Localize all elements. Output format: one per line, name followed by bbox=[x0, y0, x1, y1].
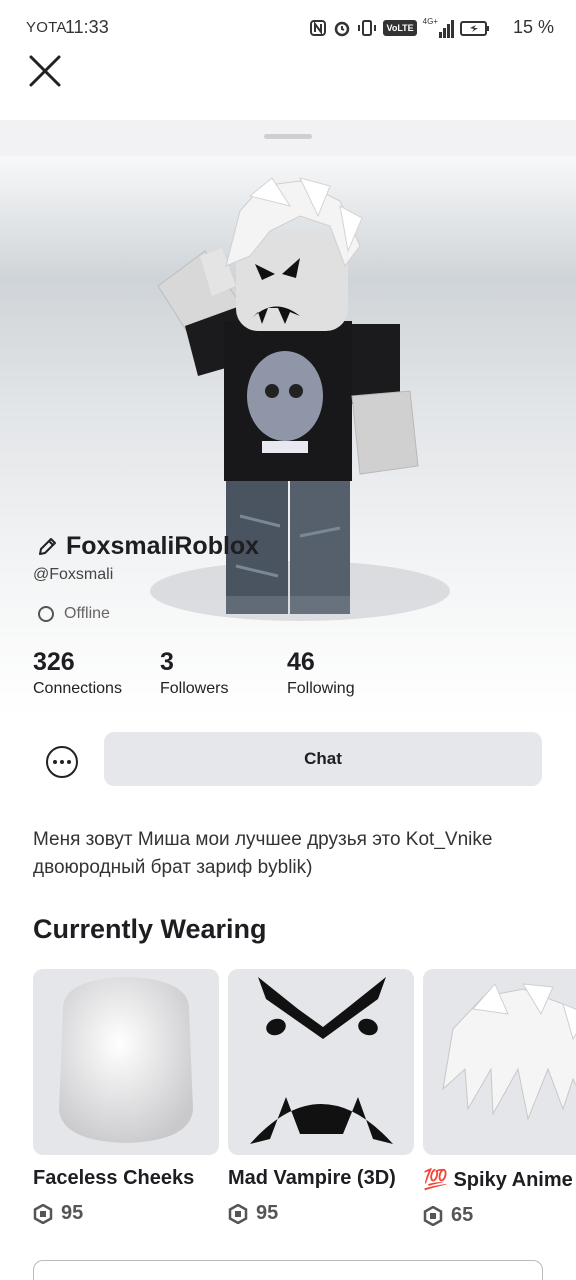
item-name: Mad Vampire (3D) bbox=[228, 1167, 396, 1189]
item-price: 95 bbox=[228, 1202, 414, 1225]
presence-label: Offline bbox=[64, 605, 110, 622]
about-text: Меня зовут Миша мои лучшее друзья это Ko… bbox=[33, 829, 493, 878]
nfc-icon bbox=[310, 20, 327, 36]
more-options-button[interactable] bbox=[46, 746, 78, 778]
faceless-cheeks-image bbox=[59, 977, 193, 1143]
stat-connections[interactable]: 326 Connections bbox=[33, 648, 160, 698]
drag-handle[interactable] bbox=[264, 134, 312, 139]
stat-value: 46 bbox=[287, 648, 315, 676]
username: @Foxsmali bbox=[33, 566, 114, 583]
stat-label: Following bbox=[287, 680, 355, 697]
battery-percent: 15 % bbox=[512, 17, 554, 37]
profile-stats: 326 Connections 3 Followers 46 Following bbox=[33, 648, 414, 698]
item-price-value: 65 bbox=[451, 1204, 474, 1226]
clock: 11:33 bbox=[65, 17, 109, 37]
wearing-item[interactable]: Faceless Cheeks 95 bbox=[33, 969, 219, 1225]
stat-following[interactable]: 46 Following bbox=[287, 648, 414, 698]
wearing-item[interactable]: 💯 Spiky Anime 65 bbox=[423, 969, 576, 1227]
network-type: 4G+ bbox=[422, 17, 438, 26]
presence-status: Offline bbox=[38, 605, 110, 623]
volte-icon: VoLTE bbox=[383, 20, 417, 36]
currently-wearing-title: Currently Wearing bbox=[33, 914, 267, 944]
stat-label: Followers bbox=[160, 680, 229, 697]
item-price: 65 bbox=[423, 1204, 576, 1227]
spiky-anime-hair-image bbox=[442, 983, 576, 1121]
item-thumbnail bbox=[228, 969, 414, 1155]
sheet-header bbox=[0, 120, 576, 160]
item-price: 95 bbox=[33, 1202, 219, 1225]
partial-bottom-button[interactable] bbox=[33, 1260, 543, 1280]
display-name-row[interactable]: FoxsmaliRoblox bbox=[36, 532, 259, 561]
wearing-item[interactable]: Mad Vampire (3D) 95 bbox=[228, 969, 414, 1225]
chat-button[interactable]: Chat bbox=[104, 732, 542, 786]
avatar-image bbox=[150, 177, 450, 621]
robux-icon bbox=[228, 1203, 248, 1224]
stat-label: Connections bbox=[33, 680, 122, 697]
status-bar: YOTA 11:33 VoLTE 4G+ 15 % bbox=[0, 0, 576, 56]
item-price-value: 95 bbox=[61, 1202, 84, 1224]
item-name: Faceless Cheeks bbox=[33, 1167, 195, 1189]
carrier-label: YOTA bbox=[26, 19, 67, 36]
presence-indicator-icon bbox=[38, 606, 54, 622]
stat-value: 326 bbox=[33, 648, 75, 676]
robux-icon bbox=[423, 1205, 443, 1226]
display-name: FoxsmaliRoblox bbox=[66, 532, 260, 560]
robux-icon bbox=[33, 1203, 53, 1224]
edit-pencil-icon[interactable] bbox=[36, 536, 58, 558]
item-thumbnail bbox=[33, 969, 219, 1155]
close-icon bbox=[29, 55, 61, 87]
item-thumbnail bbox=[423, 969, 576, 1155]
alarm-icon bbox=[335, 21, 350, 37]
avatar-stage[interactable] bbox=[0, 156, 576, 716]
vibrate-icon bbox=[358, 20, 377, 36]
close-button[interactable] bbox=[26, 52, 64, 90]
wearing-items-carousel[interactable]: Faceless Cheeks 95 Mad Vampire (3D) 95 💯… bbox=[33, 969, 576, 1239]
more-dots-icon bbox=[53, 760, 57, 764]
status-icons: VoLTE 4G+ bbox=[309, 17, 490, 39]
item-name: 💯 Spiky Anime bbox=[423, 1169, 573, 1191]
stat-value: 3 bbox=[160, 648, 174, 676]
signal-icon: 4G+ bbox=[423, 18, 454, 38]
item-price-value: 95 bbox=[256, 1202, 279, 1224]
battery-icon bbox=[460, 21, 489, 36]
stat-followers[interactable]: 3 Followers bbox=[160, 648, 287, 698]
mad-vampire-face-image bbox=[250, 977, 393, 1144]
